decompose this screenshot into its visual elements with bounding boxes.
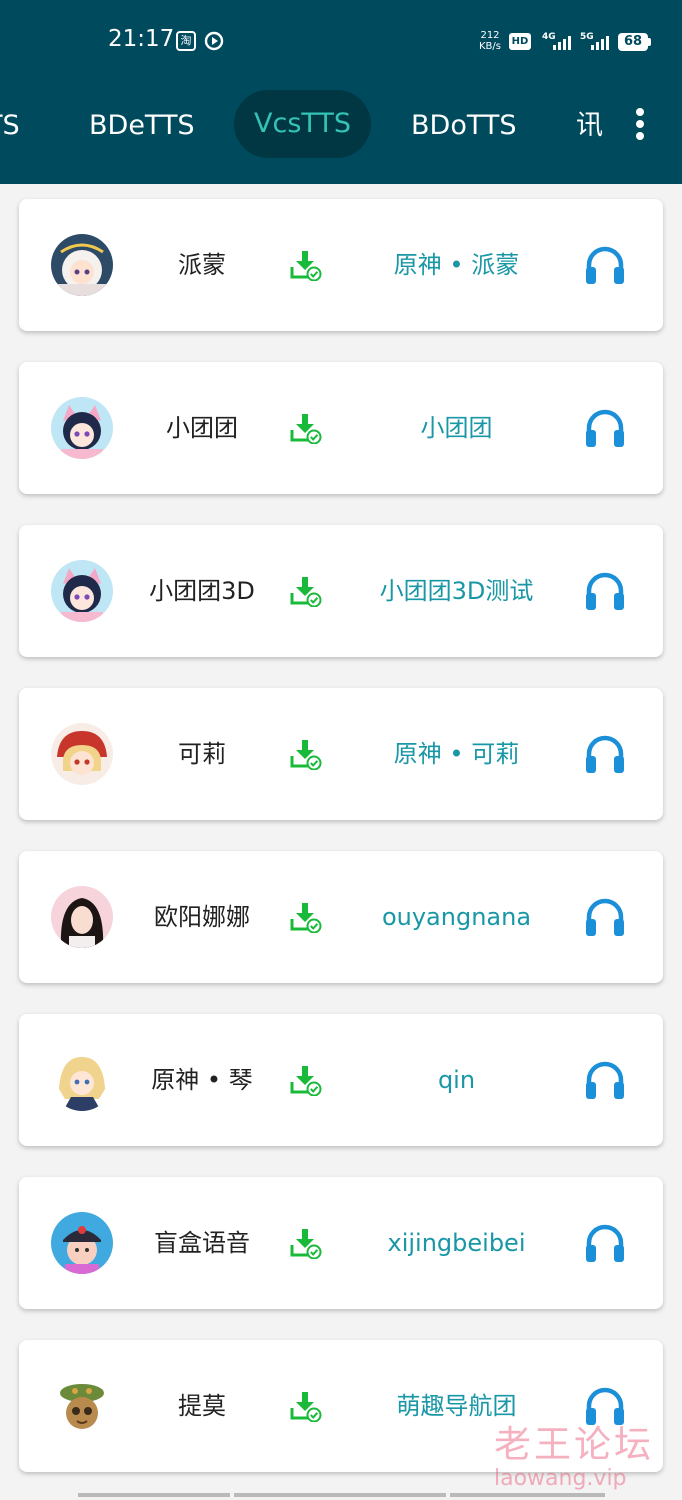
tab-bdotts[interactable]: BDoTTS [411, 104, 516, 148]
download-check-icon[interactable] [289, 575, 323, 608]
battery-icon [648, 38, 651, 46]
klee-avatar [51, 723, 113, 785]
battery-level: 68 [618, 33, 648, 51]
teemo-avatar [51, 1375, 113, 1437]
taobao-notification-icon: 淘 [176, 31, 196, 51]
voice-id: 原神 • 派蒙 [393, 251, 520, 279]
headphones-icon[interactable] [583, 895, 627, 939]
voice-name: 小团团3D [149, 577, 255, 605]
voice-card[interactable]: 盲盒语音 xijingbeibei [19, 1177, 663, 1309]
headphones-icon[interactable] [583, 1221, 627, 1265]
signal-4g-icon: 4G [542, 30, 576, 52]
voice-name: 派蒙 [178, 251, 226, 279]
voice-name: 原神 • 琴 [151, 1066, 253, 1094]
network-5g-label: 5G [580, 32, 594, 42]
voice-name: 可莉 [178, 740, 226, 768]
voice-id: ouyangnana [381, 903, 532, 931]
voice-name: 盲盒语音 [154, 1229, 250, 1257]
scroll-indicator [78, 1493, 605, 1497]
voice-card[interactable]: 小团团 小团团 [19, 362, 663, 494]
voice-card[interactable]: 小团团3D 小团团3D测试 [19, 525, 663, 657]
app-bar: 21:17 淘 212 KB/s HD 4G 5G 68 TS BDeTTS V… [0, 0, 682, 184]
voice-card[interactable]: 派蒙 原神 • 派蒙 [19, 199, 663, 331]
status-time: 21:17 [108, 26, 175, 52]
voice-id: xijingbeibei [387, 1229, 526, 1257]
voice-card[interactable]: 可莉 原神 • 可莉 [19, 688, 663, 820]
download-check-icon[interactable] [289, 249, 323, 282]
play-notification-icon [204, 31, 224, 51]
voice-card[interactable]: 原神 • 琴 qin [19, 1014, 663, 1146]
voice-list[interactable]: 派蒙 原神 • 派蒙 小团团 小团团 小团团3D 小团团3D测试 可莉 原神 •… [0, 184, 682, 1500]
network-4g-label: 4G [542, 32, 556, 42]
voice-name: 小团团 [166, 414, 238, 442]
download-check-icon[interactable] [289, 1227, 323, 1260]
voice-card[interactable]: 提莫 萌趣导航团 [19, 1340, 663, 1472]
voice-card[interactable]: 欧阳娜娜 ouyangnana [19, 851, 663, 983]
network-speed: 212 KB/s [476, 30, 504, 52]
download-check-icon[interactable] [289, 738, 323, 771]
status-bar: 21:17 淘 212 KB/s HD 4G 5G 68 [0, 0, 682, 84]
headphones-icon[interactable] [583, 243, 627, 287]
more-vert-icon[interactable] [626, 104, 654, 144]
voice-name: 提莫 [178, 1392, 226, 1420]
download-check-icon[interactable] [289, 1390, 323, 1423]
ouyangnana-avatar [51, 886, 113, 948]
blindbox-avatar [51, 1212, 113, 1274]
voice-id: qin [437, 1066, 476, 1094]
tab-bdetts[interactable]: BDeTTS [89, 104, 195, 148]
download-check-icon[interactable] [289, 901, 323, 934]
voice-name: 欧阳娜娜 [154, 903, 250, 931]
headphones-icon[interactable] [583, 1058, 627, 1102]
headphones-icon[interactable] [583, 1384, 627, 1428]
download-check-icon[interactable] [289, 1064, 323, 1097]
headphones-icon[interactable] [583, 732, 627, 776]
xiaotuantuan-avatar [51, 397, 113, 459]
paimon-avatar [51, 234, 113, 296]
download-check-icon[interactable] [289, 412, 323, 445]
network-speed-unit: KB/s [479, 41, 501, 52]
jean-avatar [51, 1049, 113, 1111]
headphones-icon[interactable] [583, 569, 627, 613]
xiaotuantuan-3d-avatar [51, 560, 113, 622]
voice-id: 萌趣导航团 [396, 1392, 517, 1420]
tab-vcstts[interactable]: VcsTTS [234, 90, 372, 158]
network-speed-value: 212 [480, 30, 500, 41]
hd-voice-badge: HD [509, 33, 531, 50]
tab-xun[interactable]: 讯 [576, 104, 604, 148]
voice-id: 原神 • 可莉 [393, 740, 520, 768]
tab-ts[interactable]: TS [0, 104, 20, 148]
voice-id: 小团团3D测试 [379, 577, 534, 605]
voice-id: 小团团 [420, 414, 493, 442]
headphones-icon[interactable] [583, 406, 627, 450]
signal-5g-icon: 5G [580, 30, 614, 52]
